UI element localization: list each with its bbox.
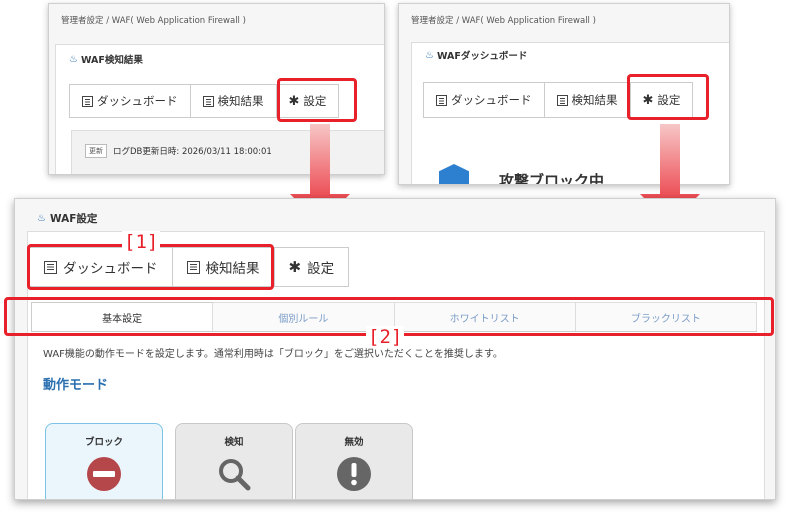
breadcrumb: 管理者設定 / WAF( Web Application Firewall ) xyxy=(61,16,246,26)
section-title: ♨ WAFダッシュボード xyxy=(425,49,528,63)
flame-icon: ♨ xyxy=(69,53,78,65)
exclamation-icon xyxy=(337,457,371,491)
annotation-label-1: [1] xyxy=(122,231,161,253)
breadcrumb: 管理者設定 / WAF( Web Application Firewall ) xyxy=(411,16,596,26)
mode-block-card[interactable]: ブロック xyxy=(45,423,163,499)
tab-settings[interactable]: ✱ 設定 xyxy=(275,248,349,286)
no-entry-icon xyxy=(87,457,121,491)
tab-dashboard[interactable]: ダッシュボード xyxy=(424,83,545,117)
mode-detect-card[interactable]: 検知 xyxy=(175,423,293,499)
page-title: ♨ WAF設定 xyxy=(37,213,98,225)
list-icon xyxy=(556,94,568,106)
highlight-settings-tab-right xyxy=(627,74,709,120)
highlight-settings-tab-left xyxy=(277,78,357,122)
list-icon xyxy=(436,94,447,106)
mode-heading: 動作モード xyxy=(43,378,109,393)
tab-detection-results[interactable]: 検知結果 xyxy=(545,83,631,117)
section-title: ♨ WAF検知結果 xyxy=(69,53,143,67)
tab-detection-results[interactable]: 検知結果 xyxy=(191,85,277,117)
attack-status: 攻撃ブロック中 xyxy=(499,172,605,185)
update-tag[interactable]: 更新 xyxy=(85,144,107,158)
flame-icon: ♨ xyxy=(37,213,46,224)
log-update-line: 更新 ログDB更新日時: 2026/03/11 18:00:01 xyxy=(85,144,272,158)
gear-icon: ✱ xyxy=(288,258,302,276)
mode-description: WAF機能の動作モードを設定します。通常利用時は「ブロック」をご選択いただくこと… xyxy=(43,349,503,360)
tab-dashboard[interactable]: ダッシュボード xyxy=(70,85,191,117)
mode-disabled-card[interactable]: 無効 xyxy=(295,423,413,499)
list-icon xyxy=(202,95,214,107)
annotation-label-2: [2] xyxy=(366,326,405,348)
flame-icon: ♨ xyxy=(425,49,434,61)
magnifier-icon xyxy=(219,459,251,491)
list-icon xyxy=(82,95,93,107)
